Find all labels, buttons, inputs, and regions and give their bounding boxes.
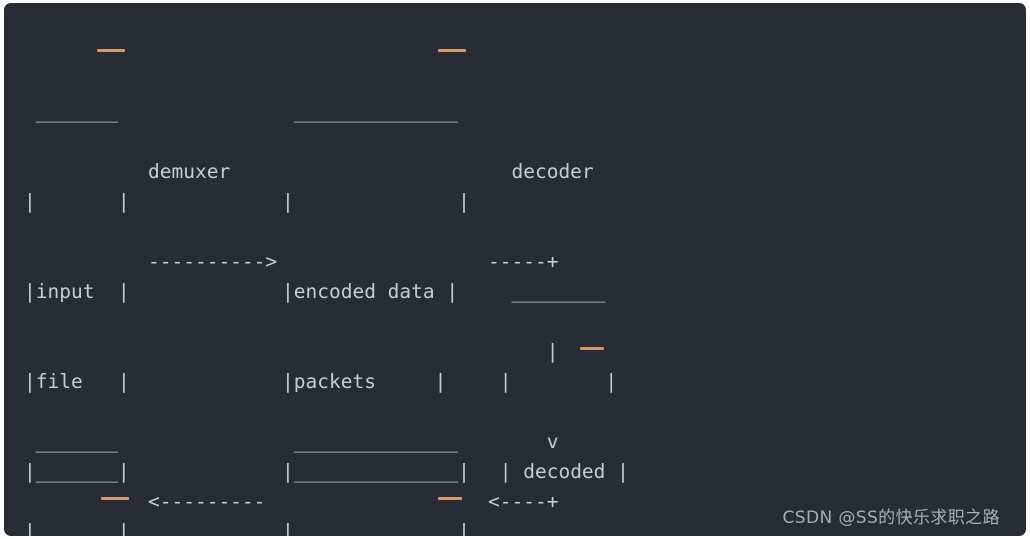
box-decoded-frames-top-border: ________ <box>488 280 618 303</box>
accent-encoded-bottom-bot <box>438 497 462 500</box>
code-panel: _______ | | |input | |file | |_______| d… <box>4 3 1026 536</box>
ascii-diagram: _______ | | |input | |file | |_______| d… <box>24 37 629 536</box>
box-encoded-top-border: ______________ <box>282 100 470 123</box>
box-output-file-top-border: _______ <box>24 430 130 453</box>
accent-input-file-top <box>97 49 125 52</box>
box-encoded-bottom-side-1: | | <box>282 520 470 536</box>
box-encoded-top-text-1: encoded data <box>293 280 435 303</box>
box-input-file-line-1: |input | <box>24 280 130 303</box>
label-decoder-text: decoder <box>511 160 594 183</box>
box-decoded-frames-side-1: | | <box>488 370 618 393</box>
box-input-file-top-border: _______ <box>24 100 130 123</box>
box-input-file-text-1: input <box>35 280 95 303</box>
csdn-watermark: CSDN @SS的快乐求职之路 <box>782 508 1000 528</box>
box-encoded-top-side-1: | | <box>282 190 470 213</box>
connector-muxer-arrow: <--------- <box>148 490 266 513</box>
accent-encoded-top-top <box>438 49 466 52</box>
label-demuxer: demuxer <box>148 160 231 183</box>
box-output-file-side-1: | | <box>24 520 130 536</box>
box-input-file-side-1: | | <box>24 190 130 213</box>
box-encoded-bottom-top-border: ______________ <box>282 430 470 453</box>
connector-demuxer-arrow: ----------> <box>148 250 278 273</box>
label-decoder: decoder <box>488 157 594 187</box>
accent-output-file-bot <box>101 497 129 500</box>
connector-encoder-elbow: <----+ <box>488 490 559 513</box>
box-encoded-top-line-1: |encoded data | <box>282 280 459 303</box>
accent-decoded-frames-bot <box>580 347 604 350</box>
